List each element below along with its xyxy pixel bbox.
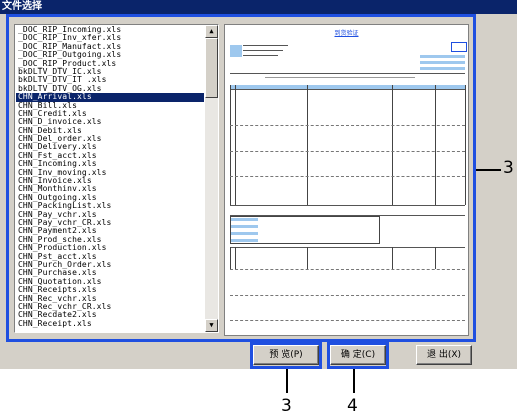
preview-header-block (420, 61, 465, 64)
callout-leader (476, 169, 501, 171)
preview-row-divider (230, 295, 465, 296)
preview-col (307, 247, 308, 269)
highlight-frame-ok (327, 342, 389, 369)
preview-col (435, 247, 436, 269)
file-list-items: _DOC_RIP_Incoming.xls _DOC_RIP_Inv_xfer.x… (16, 26, 204, 328)
preview-rule (243, 45, 288, 46)
list-scrollbar[interactable]: ▲ ▼ (205, 25, 218, 332)
file-list-item[interactable]: CHN_Quotation.xls (16, 278, 204, 286)
document-preview: 到货验证 (224, 24, 469, 336)
preview-col (235, 85, 236, 205)
preview-rule (230, 89, 465, 90)
file-list-item[interactable]: bkDLTV_DTV_IC.xls (16, 68, 204, 76)
preview-col (307, 85, 308, 205)
file-list-item[interactable]: CHN_Credit.xls (16, 110, 204, 118)
preview-rule (230, 247, 465, 248)
file-list-item[interactable]: CHN_Pst_acct.xls (16, 253, 204, 261)
file-list-item[interactable]: CHN_Production.xls (16, 244, 204, 252)
file-list-item[interactable]: _DOC_RIP_Inv_xfer.xls (16, 34, 204, 42)
file-list-item[interactable]: CHN_Del_order.xls (16, 135, 204, 143)
file-list-item[interactable]: CHN_Recdate2.xls (16, 311, 204, 319)
file-list-item[interactable]: CHN_Receipts.xls (16, 286, 204, 294)
scroll-down-icon[interactable]: ▼ (205, 319, 218, 332)
preview-col (392, 85, 393, 205)
preview-header-block (420, 55, 465, 58)
file-list-item[interactable]: CHN_Rec_vchr.xls (16, 295, 204, 303)
preview-rule (243, 55, 278, 56)
callout-leader (353, 369, 355, 393)
scroll-thumb[interactable] (205, 38, 218, 98)
exit-button[interactable]: 退 出(X) (416, 345, 472, 365)
file-list-item[interactable]: CHN_Purch_Order.xls (16, 261, 204, 269)
file-list-item[interactable]: _DOC_RIP_Outgoing.xls (16, 51, 204, 59)
file-list-item[interactable]: _DOC_RIP_Incoming.xls (16, 26, 204, 34)
preview-row-divider (230, 125, 465, 126)
file-list-item[interactable]: _DOC_RIP_Manufact.xls (16, 43, 204, 51)
preview-footer-table (230, 216, 380, 244)
file-list-item[interactable]: CHN_Outgoing.xls (16, 194, 204, 202)
file-list-item[interactable]: CHN_Bill.xls (16, 102, 204, 110)
preview-col (435, 85, 436, 205)
file-list-item[interactable]: _DOC_RIP_Product.xls (16, 60, 204, 68)
file-list-item[interactable]: CHN_D_invoice.xls (16, 118, 204, 126)
window-title: 文件选择 (0, 0, 517, 14)
file-listbox[interactable]: _DOC_RIP_Incoming.xls _DOC_RIP_Inv_xfer.x… (14, 24, 219, 333)
file-list-item[interactable]: CHN_Pay_vchr_CR.xls (16, 219, 204, 227)
file-list-item[interactable]: CHN_Pay_vchr.xls (16, 211, 204, 219)
preview-row-divider (230, 269, 465, 270)
callout-number-bottom-right: 4 (347, 396, 358, 416)
preview-col (465, 85, 466, 205)
highlight-frame-preview (250, 342, 322, 369)
preview-rule (230, 205, 465, 206)
file-list-item[interactable]: bkDLTV_DTV_IT .xls (16, 76, 204, 84)
preview-col (235, 247, 236, 269)
preview-doc-title: 到货验证 (334, 30, 359, 37)
file-list-item[interactable]: CHN_Rec_vchr_CR.xls (16, 303, 204, 311)
preview-col (392, 247, 393, 269)
callout-number-right: 3 (503, 158, 514, 178)
file-list-item[interactable]: CHN_Receipt.xls (16, 320, 204, 328)
preview-rule (265, 77, 415, 78)
file-select-dialog: 文件选择 _DOC_RIP_Incoming.xls _DOC_RIP_Inv_x… (0, 0, 517, 369)
file-list-item[interactable]: CHN_Inv_moving.xls (16, 169, 204, 177)
file-list-item[interactable]: CHN_Delivery.xls (16, 143, 204, 151)
preview-header-block (230, 45, 242, 57)
file-list-item[interactable]: CHN_Payment2.xls (16, 227, 204, 235)
file-list-item[interactable]: CHN_Monthinv.xls (16, 185, 204, 193)
file-list-item[interactable]: CHN_Arrival.xls (16, 93, 204, 102)
preview-row-divider (230, 151, 465, 152)
callout-number-bottom-left: 3 (281, 396, 292, 416)
file-list-item[interactable]: CHN_Invoice.xls (16, 177, 204, 185)
file-list-item[interactable]: CHN_Purchase.xls (16, 269, 204, 277)
preview-header-block (420, 67, 465, 70)
preview-stamp-box (451, 42, 467, 52)
file-list-item[interactable]: CHN_PackingList.xls (16, 202, 204, 210)
preview-row-divider (230, 176, 465, 177)
preview-rule (243, 50, 283, 51)
file-list-item[interactable]: CHN_Incoming.xls (16, 160, 204, 168)
preview-rule (230, 73, 465, 74)
file-list-item[interactable]: CHN_Prod_sche.xls (16, 236, 204, 244)
preview-col (230, 247, 231, 269)
file-list-item[interactable]: bkDLTV_DTV_OG.xls (16, 85, 204, 93)
preview-col (230, 85, 231, 205)
file-list-item[interactable]: CHN_Fst_acct.xls (16, 152, 204, 160)
scroll-up-icon[interactable]: ▲ (205, 25, 218, 38)
preview-row-divider (230, 320, 465, 321)
file-list-item[interactable]: CHN_Debit.xls (16, 127, 204, 135)
callout-leader (286, 369, 288, 393)
